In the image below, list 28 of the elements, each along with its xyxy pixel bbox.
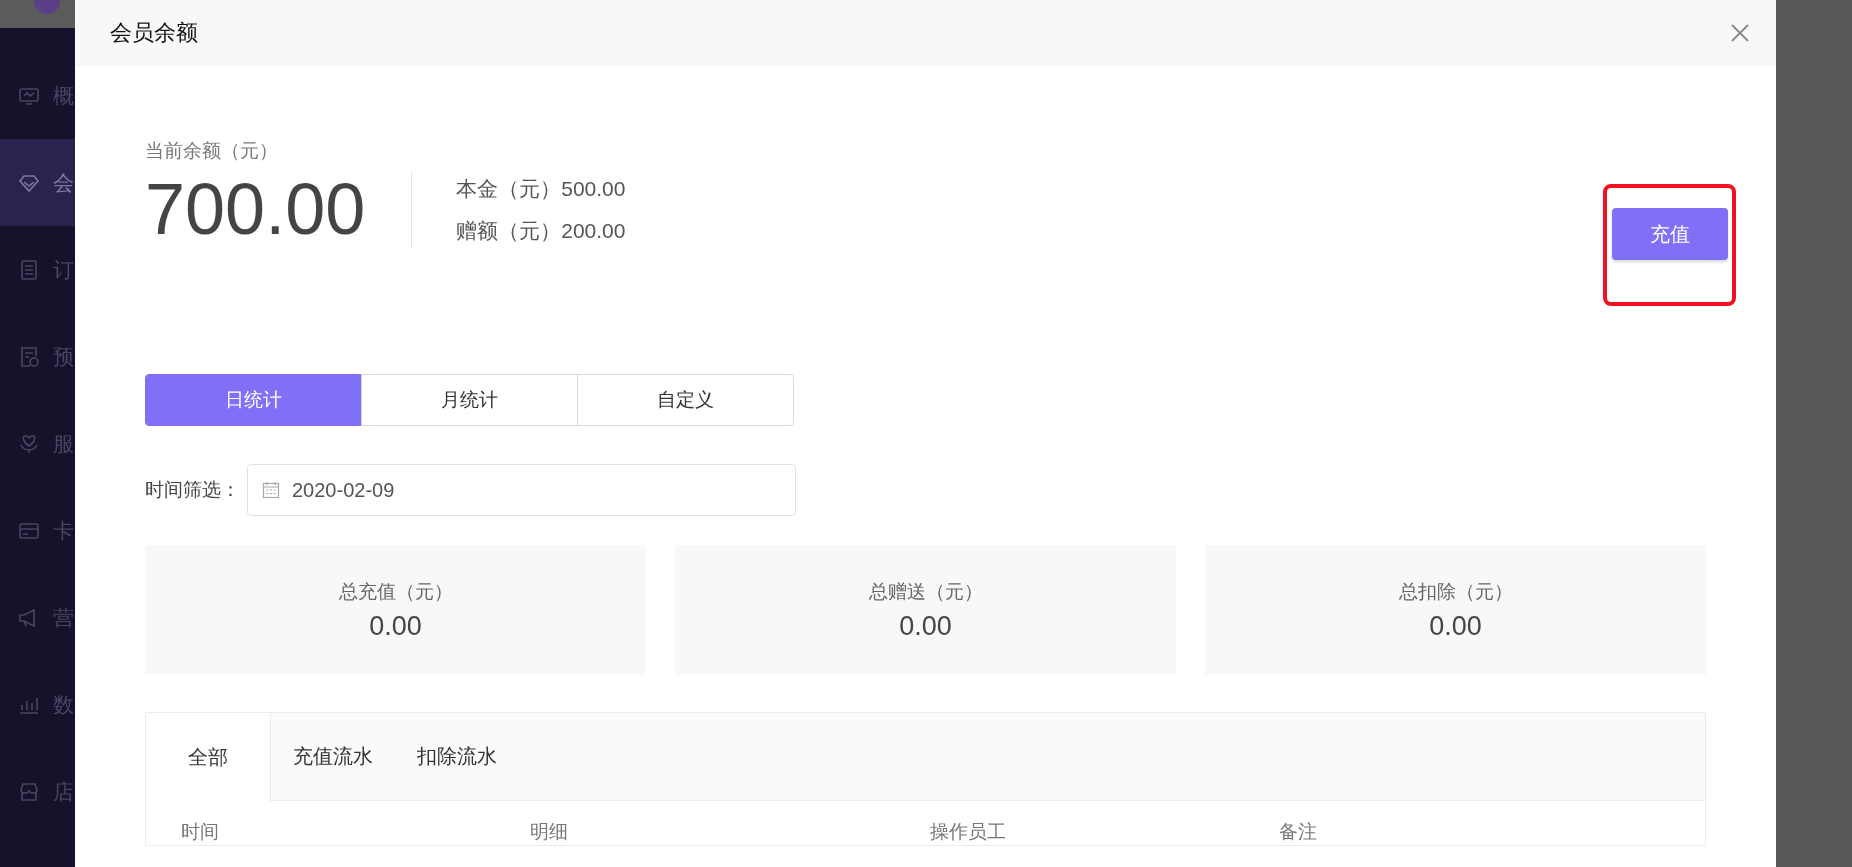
balance-label: 当前余额（元） xyxy=(145,139,279,163)
calendar-icon xyxy=(262,481,280,499)
record-tab[interactable]: 全部 xyxy=(146,713,271,801)
record-tab[interactable]: 扣除流水 xyxy=(395,713,519,800)
period-tab[interactable]: 日统计 xyxy=(145,374,362,426)
column-header: 明细 xyxy=(530,820,569,844)
modal-title: 会员余额 xyxy=(110,19,198,47)
stat-value: 0.00 xyxy=(1429,610,1482,642)
principal-text: 本金（元）500.00 xyxy=(456,175,626,202)
record-tab[interactable]: 充值流水 xyxy=(271,713,395,800)
period-tab[interactable]: 自定义 xyxy=(577,374,794,426)
filter-label: 时间筛选： xyxy=(145,478,241,502)
column-header: 备注 xyxy=(1279,820,1317,844)
stat-label: 总充值（元） xyxy=(338,579,453,604)
column-header: 操作员工 xyxy=(930,820,1007,844)
close-icon[interactable] xyxy=(1730,23,1750,43)
stat-value: 0.00 xyxy=(369,610,422,642)
column-header: 时间 xyxy=(181,820,220,844)
date-field[interactable]: 2020-02-09 xyxy=(247,464,796,516)
balance-amount: 700.00 xyxy=(145,170,366,250)
bonus-text: 赠额（元）200.00 xyxy=(456,217,626,244)
stat-label: 总扣除（元） xyxy=(1398,579,1513,604)
stat-label: 总赠送（元） xyxy=(868,579,983,604)
stat-value: 0.00 xyxy=(899,610,952,642)
period-tab[interactable]: 月统计 xyxy=(361,374,578,426)
sidebar-item[interactable]: 会 xyxy=(0,139,75,226)
avatar xyxy=(34,0,60,14)
recharge-button[interactable]: 充值 xyxy=(1611,208,1728,260)
